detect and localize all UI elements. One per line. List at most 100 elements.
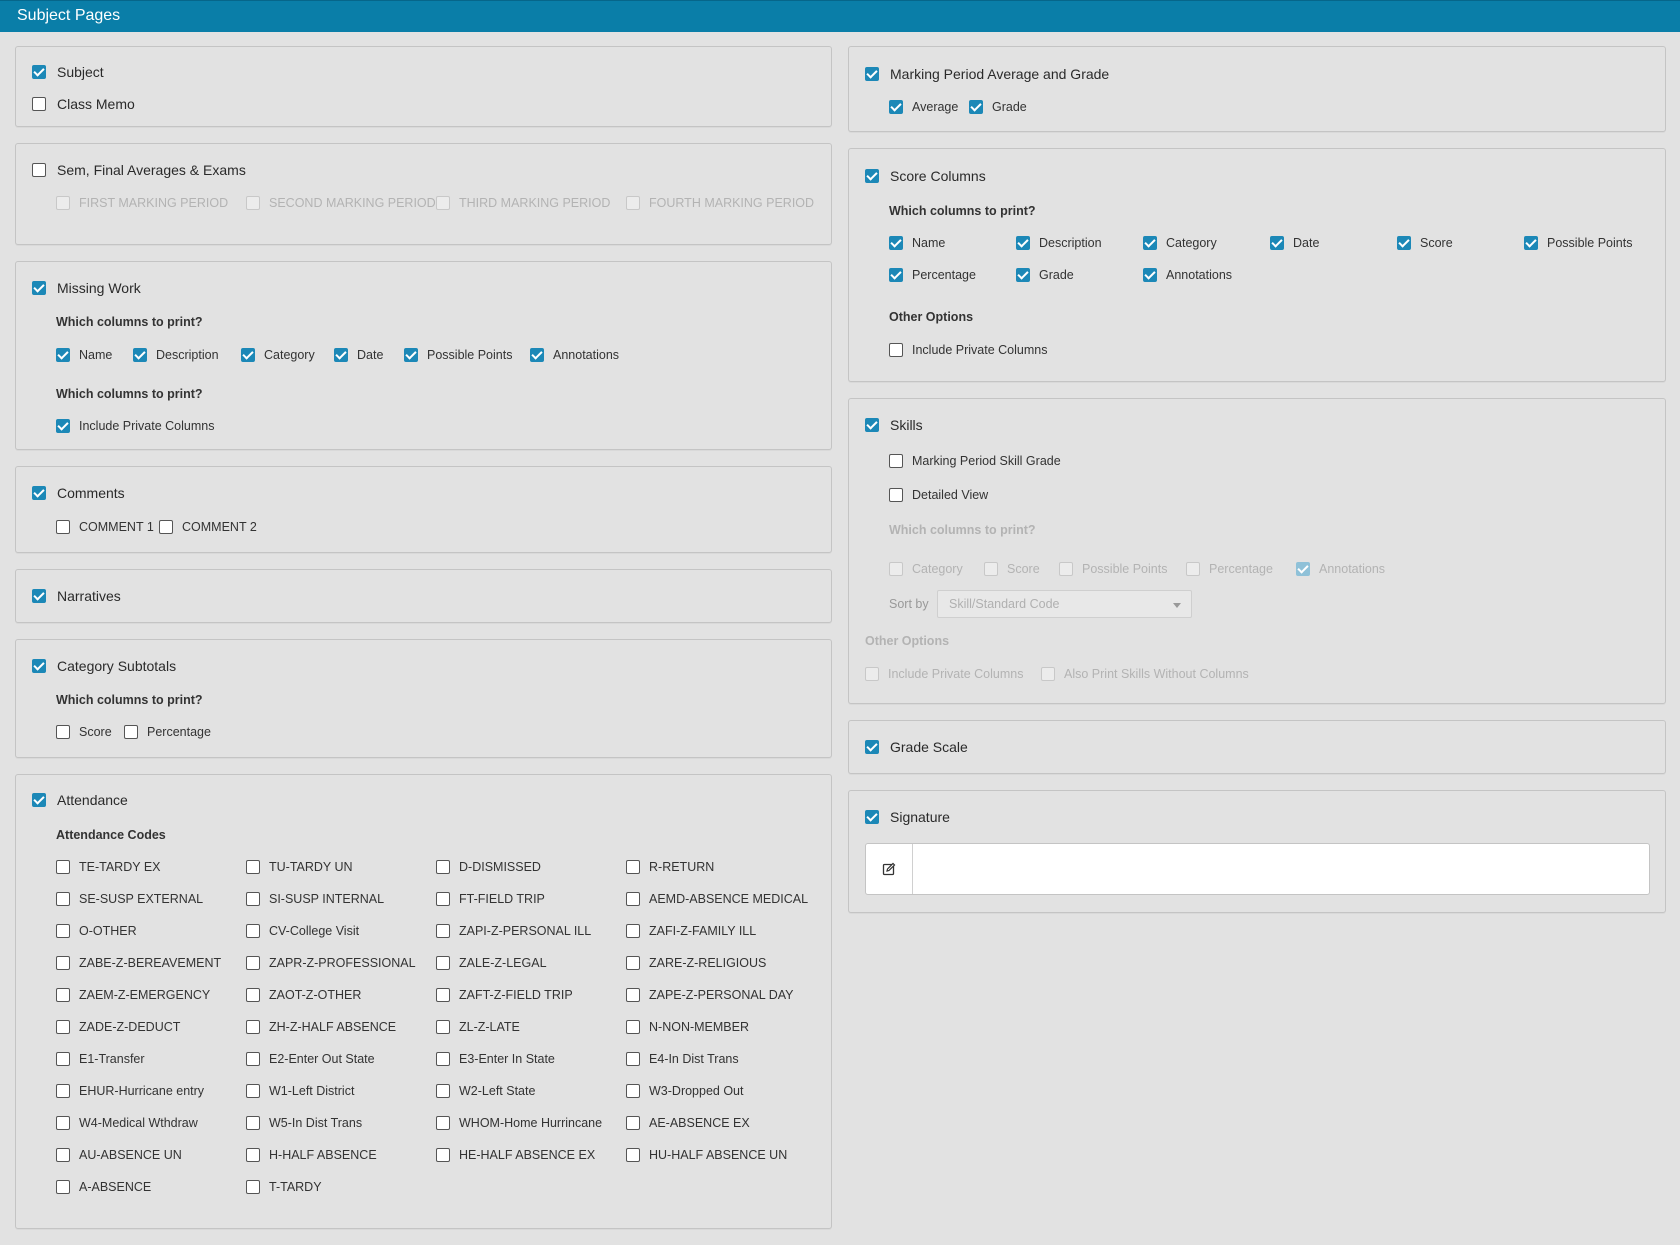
signature-option[interactable]: Signature xyxy=(865,809,950,825)
attendance-code-checkbox[interactable] xyxy=(246,1180,260,1194)
column-option[interactable]: Grade xyxy=(1016,268,1074,282)
column-checkbox[interactable] xyxy=(133,348,147,362)
attendance-code-option[interactable]: ZAPR-Z-PROFESSIONAL xyxy=(246,956,416,970)
column-option[interactable]: Name xyxy=(56,348,112,362)
attendance-code-checkbox[interactable] xyxy=(436,988,450,1002)
attendance-option[interactable]: Attendance xyxy=(32,792,128,808)
column-checkbox[interactable] xyxy=(1397,236,1411,250)
column-option[interactable]: Possible Points xyxy=(1524,236,1632,250)
attendance-code-option[interactable]: SI-SUSP INTERNAL xyxy=(246,892,384,906)
attendance-code-option[interactable]: E3-Enter In State xyxy=(436,1052,555,1066)
attendance-code-checkbox[interactable] xyxy=(56,1148,70,1162)
subject-checkbox[interactable] xyxy=(32,65,46,79)
column-option[interactable]: Date xyxy=(334,348,383,362)
column-checkbox[interactable] xyxy=(1524,236,1538,250)
category-subtotals-checkbox[interactable] xyxy=(32,659,46,673)
column-checkbox[interactable] xyxy=(889,268,903,282)
attendance-code-option[interactable]: R-RETURN xyxy=(626,860,714,874)
attendance-code-checkbox[interactable] xyxy=(56,1084,70,1098)
attendance-code-checkbox[interactable] xyxy=(56,988,70,1002)
column-checkbox[interactable] xyxy=(241,348,255,362)
sem-final-checkbox[interactable] xyxy=(32,163,46,177)
attendance-code-checkbox[interactable] xyxy=(56,892,70,906)
attendance-code-option[interactable]: HE-HALF ABSENCE EX xyxy=(436,1148,595,1162)
attendance-code-checkbox[interactable] xyxy=(626,1020,640,1034)
column-checkbox[interactable] xyxy=(334,348,348,362)
attendance-code-option[interactable]: CV-College Visit xyxy=(246,924,359,938)
attendance-code-option[interactable]: E4-In Dist Trans xyxy=(626,1052,739,1066)
attendance-code-option[interactable]: SE-SUSP EXTERNAL xyxy=(56,892,203,906)
attendance-code-checkbox[interactable] xyxy=(246,892,260,906)
mp-skill-grade-checkbox[interactable] xyxy=(889,454,903,468)
column-option[interactable]: Annotations xyxy=(530,348,619,362)
missing-work-option[interactable]: Missing Work xyxy=(32,280,141,296)
attendance-code-checkbox[interactable] xyxy=(246,1148,260,1162)
attendance-code-checkbox[interactable] xyxy=(246,1052,260,1066)
attendance-code-option[interactable]: ZAPI-Z-PERSONAL ILL xyxy=(436,924,591,938)
attendance-code-option[interactable]: TE-TARDY EX xyxy=(56,860,161,874)
attendance-code-option[interactable]: FT-FIELD TRIP xyxy=(436,892,545,906)
attendance-code-option[interactable]: ZAOT-Z-OTHER xyxy=(246,988,361,1002)
attendance-code-option[interactable]: AE-ABSENCE EX xyxy=(626,1116,750,1130)
attendance-code-option[interactable]: ZAPE-Z-PERSONAL DAY xyxy=(626,988,793,1002)
subject-option[interactable]: Subject xyxy=(32,64,104,80)
column-option[interactable]: Possible Points xyxy=(404,348,512,362)
attendance-code-option[interactable]: AU-ABSENCE UN xyxy=(56,1148,182,1162)
attendance-code-checkbox[interactable] xyxy=(436,924,450,938)
attendance-code-option[interactable]: W2-Left State xyxy=(436,1084,535,1098)
attendance-code-checkbox[interactable] xyxy=(626,1052,640,1066)
mp-average-option[interactable]: Marking Period Average and Grade xyxy=(865,66,1109,82)
attendance-code-checkbox[interactable] xyxy=(246,1084,260,1098)
include-private-checkbox[interactable] xyxy=(56,419,70,433)
edit-signature-button[interactable] xyxy=(866,844,913,894)
detailed-view-option[interactable]: Detailed View xyxy=(889,488,988,502)
attendance-code-option[interactable]: W1-Left District xyxy=(246,1084,354,1098)
attendance-code-checkbox[interactable] xyxy=(436,892,450,906)
include-private-option[interactable]: Include Private Columns xyxy=(889,343,1047,357)
column-option[interactable]: Category xyxy=(241,348,315,362)
comment-checkbox[interactable] xyxy=(56,520,70,534)
attendance-code-checkbox[interactable] xyxy=(626,988,640,1002)
class-memo-checkbox[interactable] xyxy=(32,97,46,111)
average-option[interactable]: Average xyxy=(889,100,958,114)
attendance-code-checkbox[interactable] xyxy=(246,1116,260,1130)
column-option[interactable]: Description xyxy=(133,348,219,362)
column-checkbox[interactable] xyxy=(1016,236,1030,250)
column-checkbox[interactable] xyxy=(1270,236,1284,250)
attendance-code-option[interactable]: HU-HALF ABSENCE UN xyxy=(626,1148,787,1162)
attendance-code-checkbox[interactable] xyxy=(56,1052,70,1066)
attendance-code-option[interactable]: ZAFI-Z-FAMILY ILL xyxy=(626,924,756,938)
column-option[interactable]: Description xyxy=(1016,236,1102,250)
grade-checkbox[interactable] xyxy=(969,100,983,114)
attendance-code-option[interactable]: ZL-Z-LATE xyxy=(436,1020,520,1034)
column-checkbox[interactable] xyxy=(1016,268,1030,282)
comment-option[interactable]: COMMENT 2 xyxy=(159,520,257,534)
attendance-code-checkbox[interactable] xyxy=(56,1180,70,1194)
comments-checkbox[interactable] xyxy=(32,486,46,500)
attendance-code-option[interactable]: ZADE-Z-DEDUCT xyxy=(56,1020,180,1034)
attendance-code-option[interactable]: O-OTHER xyxy=(56,924,137,938)
attendance-code-option[interactable]: ZARE-Z-RELIGIOUS xyxy=(626,956,766,970)
mp-average-checkbox[interactable] xyxy=(865,67,879,81)
score-columns-checkbox[interactable] xyxy=(865,169,879,183)
average-checkbox[interactable] xyxy=(889,100,903,114)
attendance-code-option[interactable]: EHUR-Hurricane entry xyxy=(56,1084,204,1098)
signature-checkbox[interactable] xyxy=(865,810,879,824)
column-option[interactable]: Annotations xyxy=(1143,268,1232,282)
attendance-code-checkbox[interactable] xyxy=(626,1116,640,1130)
column-option[interactable]: Percentage xyxy=(889,268,976,282)
column-checkbox[interactable] xyxy=(1143,236,1157,250)
grade-scale-checkbox[interactable] xyxy=(865,740,879,754)
attendance-code-option[interactable]: H-HALF ABSENCE xyxy=(246,1148,377,1162)
column-checkbox[interactable] xyxy=(530,348,544,362)
grade-option[interactable]: Grade xyxy=(969,100,1027,114)
comment-checkbox[interactable] xyxy=(159,520,173,534)
category-subtotals-option[interactable]: Category Subtotals xyxy=(32,658,176,674)
attendance-code-checkbox[interactable] xyxy=(626,924,640,938)
attendance-code-checkbox[interactable] xyxy=(436,1084,450,1098)
signature-input[interactable] xyxy=(865,843,1650,895)
attendance-code-checkbox[interactable] xyxy=(56,1116,70,1130)
column-checkbox[interactable] xyxy=(889,236,903,250)
mp-skill-grade-option[interactable]: Marking Period Skill Grade xyxy=(889,454,1061,468)
column-checkbox[interactable] xyxy=(1143,268,1157,282)
